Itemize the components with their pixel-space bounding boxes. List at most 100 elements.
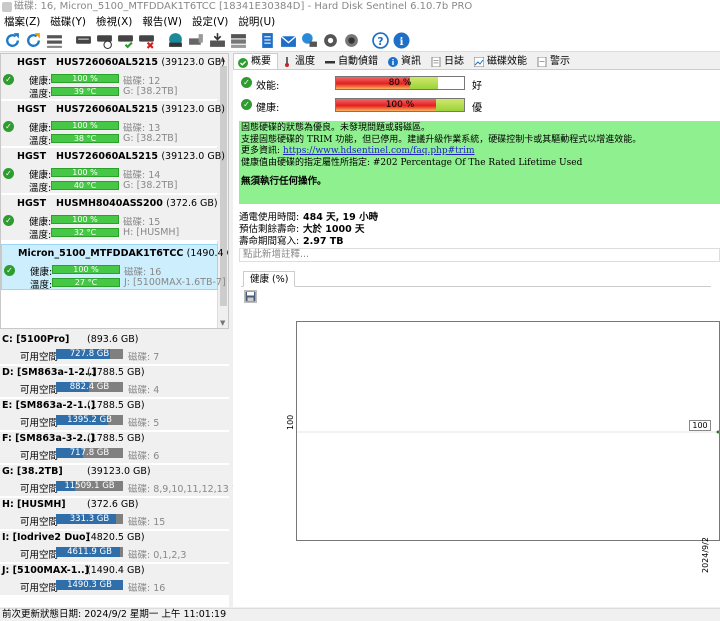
alert-icon	[537, 56, 547, 68]
disk-item[interactable]: HGST HUSMH8040ASS200 (372.6 GB) ✓ 健康: 10…	[1, 195, 218, 241]
free-space-bar: 4611.9 GB	[56, 547, 123, 557]
message-line: 支援固態硬碟的 TRIM 功能，但已停用。建議升級作業系統，硬碟控制卡或其驅動程…	[241, 134, 642, 145]
volume-item[interactable]: E: [SM863a-2-1..] (1788.5 GB) 可用空間 1395.2…	[0, 399, 229, 431]
health-label: 健康:	[29, 76, 52, 87]
save-chart-button[interactable]	[244, 290, 257, 303]
health-value: 100 %	[385, 100, 415, 110]
network-icon[interactable]	[300, 32, 318, 50]
menu-help[interactable]: 說明(U)	[234, 14, 281, 30]
volume-item[interactable]: G: [38.2TB] (39123.0 GB) 可用空間 11509.1 GB …	[0, 465, 244, 497]
volume-name: G: [38.2TB] (39123.0 GB)	[2, 466, 151, 477]
status-ok-icon: ✓	[4, 265, 15, 276]
mail-icon[interactable]	[279, 32, 297, 50]
status-bar: 前次更新狀態日期: 2024/9/2 星期一 上午 11:01:19	[0, 608, 720, 621]
menu-bar: 檔案(Z) 磁碟(Y) 檢視(X) 報告(W) 設定(V) 說明(U)	[0, 14, 720, 30]
disk-item[interactable]: HGST HUS726060AL5215 (39123.0 GB) ✓ 健康: …	[1, 148, 225, 194]
volume-item[interactable]: F: [SM863a-3-2..] (1788.5 GB) 可用空間 717.8 …	[0, 432, 229, 464]
refresh-icon[interactable]	[3, 32, 21, 50]
tab-bar: 概要 溫度 自動偵錯 資訊 日誌 磁碟效能 警示	[233, 53, 720, 70]
info-icon	[388, 56, 398, 67]
volume-name: C: [5100Pro] (893.6 GB)	[2, 334, 139, 345]
disk-cross-icon[interactable]	[137, 32, 155, 50]
settings-icon[interactable]	[321, 32, 339, 50]
temp-bar: 32 °C	[51, 228, 119, 237]
menu-view[interactable]: 檢視(X)	[92, 14, 138, 30]
tab-health-chart[interactable]: 健康 (%)	[243, 271, 296, 287]
power-on-label: 通電使用時間:	[239, 212, 300, 223]
free-space-bar: 717.8 GB	[56, 448, 123, 458]
volume-item[interactable]: H: [HUSMH] (372.6 GB) 可用空間 331.3 GB 磁碟: 1…	[0, 498, 229, 530]
disk-name: HGST HUS726060AL5215 (39123.0 GB)	[17, 104, 225, 115]
scrollbar-thumb[interactable]	[220, 66, 227, 306]
free-space-bar: 1490.3 GB	[56, 580, 123, 590]
app-icon	[2, 2, 12, 12]
attribute-line: 健康值由硬碟的指定屬性所指定: #202 Percentage Of The R…	[241, 157, 583, 168]
free-space-label: 可用空間	[20, 418, 59, 429]
disk-item[interactable]: HGST HUS726060AL5215 (39123.0 GB) ✓ 健康: …	[1, 101, 225, 147]
note-input[interactable]: 點此新增註釋...	[239, 248, 720, 262]
disk-item[interactable]: HGST HUS726060AL5215 (39123.0 GB) ✓ 健康: …	[1, 54, 225, 100]
health-row: ✓ 健康: 100 % 優	[241, 96, 711, 114]
status-message: 固態硬碟的狀態為優良。未發現問題或弱磁區。 支援固態硬碟的 TRIM 功能，但已…	[239, 121, 720, 204]
menu-disk[interactable]: 磁碟(Y)	[46, 14, 92, 30]
status-ok-icon: ✓	[3, 168, 14, 179]
disk-clock-icon[interactable]	[95, 32, 113, 50]
remaining-value: 大於 1000 天	[303, 224, 365, 235]
disk-name: HGST HUS726060AL5215 (39123.0 GB)	[17, 57, 225, 68]
disk-icon[interactable]	[74, 32, 92, 50]
menu-report[interactable]: 報告(W)	[138, 14, 188, 30]
tab-self-test[interactable]: 自動偵錯	[321, 53, 384, 69]
disk-list: ▲ ▼ HGST HUS726060AL5215 (39123.0 GB) ✓ …	[0, 53, 229, 329]
free-space-label: 可用空間	[20, 385, 59, 396]
volume-item[interactable]: J: [5100MAX-1..] (1490.4 GB) 可用空間 1490.3 …	[0, 564, 229, 596]
menu-settings[interactable]: 設定(V)	[188, 14, 234, 30]
health-label: 健康:	[29, 123, 52, 134]
panel-splitter[interactable]	[229, 53, 232, 607]
volume-list: C: [5100Pro] (893.6 GB) 可用空間 727.8 GB 磁碟:…	[0, 333, 244, 607]
disk-check-icon[interactable]	[116, 32, 134, 50]
volume-item[interactable]: D: [SM863a-1-2..] (1788.5 GB) 可用空間 882.4 …	[0, 366, 229, 398]
temp-bar: 27 °C	[52, 278, 120, 287]
action-text: 無須執行任何操作。	[241, 176, 327, 187]
volume-disk-ref: 磁碟: 5	[128, 418, 160, 429]
free-space-label: 可用空間	[20, 352, 59, 363]
tab-temperature[interactable]: 溫度	[278, 53, 321, 69]
disk-item-selected[interactable]: Micron_5100_MTFDDAK1T6TCC (1490.4 GB) ✓ …	[1, 244, 228, 291]
status-ok-icon: ✓	[3, 215, 14, 226]
chart-point	[716, 430, 720, 434]
disk-drive: G: [38.2TB]	[123, 133, 178, 144]
menu-file[interactable]: 檔案(Z)	[0, 14, 46, 30]
volume-name: H: [HUSMH] (372.6 GB)	[2, 499, 139, 510]
health-rating: 優	[472, 103, 482, 114]
volume-name: J: [5100MAX-1..] (1490.4 GB)	[2, 565, 145, 576]
volume-item[interactable]: C: [5100Pro] (893.6 GB) 可用空間 727.8 GB 磁碟:…	[0, 333, 229, 365]
disk-sync-icon[interactable]	[166, 32, 184, 50]
report-icon[interactable]	[258, 32, 276, 50]
scroll-down-icon[interactable]: ▼	[220, 319, 225, 327]
tab-disk-performance[interactable]: 磁碟效能	[470, 53, 533, 69]
tab-overview[interactable]: 概要	[233, 53, 278, 69]
free-space-bar: 11509.1 GB	[56, 481, 123, 491]
volume-name: E: [SM863a-2-1..] (1788.5 GB)	[2, 400, 145, 411]
tab-alerts[interactable]: 警示	[533, 53, 576, 69]
sound-icon[interactable]	[342, 32, 360, 50]
log-icon	[431, 56, 441, 68]
trim-faq-link[interactable]: https://www.hdsentinel.com/faq.php#trim	[283, 146, 475, 156]
free-space-label: 可用空間	[20, 550, 59, 561]
free-space-bar: 727.8 GB	[56, 349, 123, 359]
save-icon	[245, 291, 256, 302]
tab-information[interactable]: 資訊	[384, 53, 427, 69]
disk-list-icon[interactable]	[45, 32, 63, 50]
disk-download-icon[interactable]	[208, 32, 226, 50]
refresh-all-icon[interactable]	[24, 32, 42, 50]
info-icon[interactable]: i	[392, 32, 410, 50]
health-label: 健康:	[29, 217, 52, 228]
more-info-line: 更多資訊: https://www.hdsentinel.com/faq.php…	[241, 146, 475, 156]
performance-ok-icon: ✓	[241, 77, 252, 88]
tab-log[interactable]: 日誌	[427, 53, 470, 69]
volume-item[interactable]: I: [Iodrive2 Duo] (4820.5 GB) 可用空間 4611.9…	[0, 531, 229, 563]
disk-stack-icon[interactable]	[229, 32, 247, 50]
disk-wrench-icon[interactable]	[187, 32, 205, 50]
disk-number: 磁碟: 15	[123, 217, 161, 228]
help-icon[interactable]: ?	[371, 32, 389, 50]
